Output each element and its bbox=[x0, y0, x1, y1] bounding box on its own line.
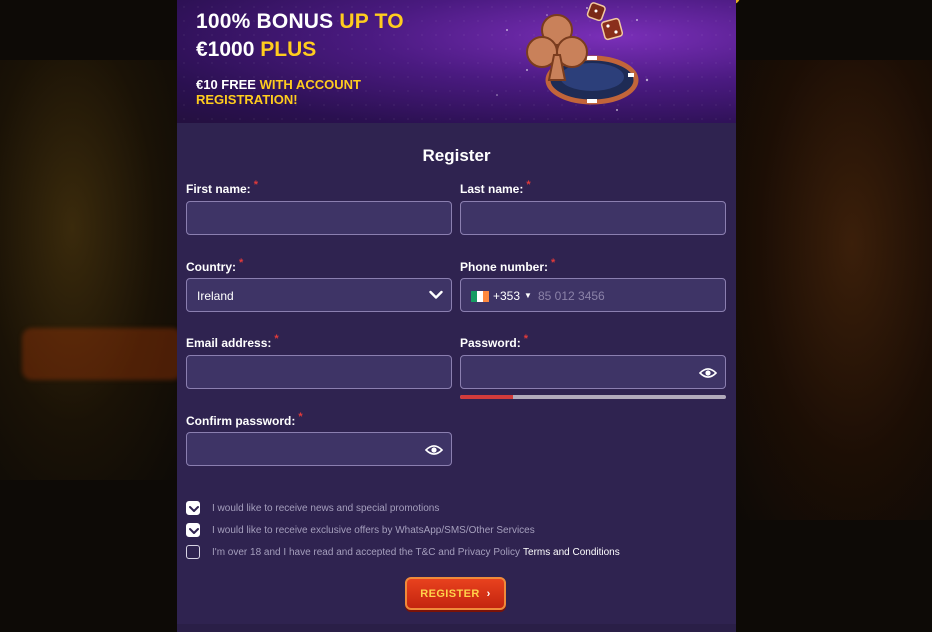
email-label: Email address: * bbox=[186, 333, 279, 350]
consent-offers: I would like to receive exclusive offers… bbox=[186, 522, 535, 538]
password-strength-bar bbox=[460, 395, 726, 399]
consent-terms: I'm over 18 and I have read and accepted… bbox=[186, 544, 620, 560]
phone-placeholder: 85 012 3456 bbox=[538, 289, 605, 303]
phone-label: Phone number: * bbox=[460, 257, 556, 274]
chevron-down-icon bbox=[429, 290, 443, 299]
banner-headline: 100% BONUS UP TO bbox=[196, 10, 404, 33]
checkbox-news[interactable] bbox=[186, 501, 200, 515]
country-value: Ireland bbox=[197, 289, 234, 303]
country-label: Country: * bbox=[186, 257, 244, 274]
password-input[interactable] bbox=[460, 355, 726, 389]
chevron-right-icon: › bbox=[486, 587, 491, 600]
checkbox-offers[interactable] bbox=[186, 523, 200, 537]
form-title: Register bbox=[422, 146, 491, 165]
confirm-password-input[interactable] bbox=[186, 432, 452, 466]
password-label: Password: * bbox=[460, 333, 528, 350]
banner-subline: €10 FREE WITH ACCOUNT REGISTRATION! bbox=[196, 77, 361, 107]
confirm-password-label: Confirm password: * bbox=[186, 411, 303, 428]
password-strength-fill bbox=[460, 395, 514, 399]
ireland-flag-icon[interactable] bbox=[471, 291, 489, 302]
dice-icon bbox=[586, 2, 624, 41]
bonus-banner: 100% BONUS UP TO €1000 PLUS €10 FREE WIT… bbox=[177, 0, 736, 123]
last-name-label: Last name: * bbox=[460, 179, 531, 196]
background-button-blur bbox=[22, 328, 182, 380]
last-name-input[interactable] bbox=[460, 201, 726, 235]
checkbox-terms[interactable] bbox=[186, 545, 200, 559]
eye-icon[interactable] bbox=[425, 443, 443, 457]
first-name-input[interactable] bbox=[186, 201, 452, 235]
consent-news: I would like to receive news and special… bbox=[186, 500, 439, 516]
email-input[interactable] bbox=[186, 355, 452, 389]
register-button[interactable]: REGISTER › bbox=[405, 577, 506, 610]
eye-icon[interactable] bbox=[699, 366, 717, 380]
club-chip-icon bbox=[496, 2, 649, 111]
caret-down-icon[interactable]: ▼ bbox=[524, 279, 532, 313]
dial-code[interactable]: +353 bbox=[493, 279, 520, 313]
terms-link[interactable]: Terms and Conditions bbox=[523, 547, 620, 558]
background-glow-right bbox=[732, 60, 932, 520]
register-modal: 100% BONUS UP TO €1000 PLUS €10 FREE WIT… bbox=[177, 0, 736, 632]
modal-footer-strip bbox=[177, 624, 736, 632]
country-select[interactable]: Ireland bbox=[186, 278, 452, 312]
background-glow-left bbox=[0, 60, 180, 480]
phone-input[interactable]: +353 ▼ 85 012 3456 bbox=[460, 278, 726, 312]
first-name-label: First name: * bbox=[186, 179, 258, 196]
banner-amount: €1000 PLUS bbox=[196, 38, 317, 61]
